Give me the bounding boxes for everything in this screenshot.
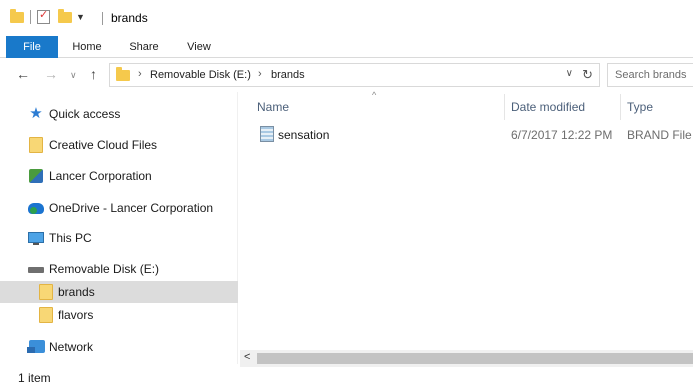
- forward-arrow-icon[interactable]: →: [44, 66, 58, 82]
- column-header-date-modified[interactable]: Date modified: [511, 100, 585, 114]
- search-input[interactable]: Search brands: [615, 69, 687, 81]
- nav-item-lancer-corporation[interactable]: Lancer Corporation: [0, 165, 238, 187]
- quick-access-toolbar: ▼: [10, 8, 85, 24]
- title-bar: ▼ brands: [0, 0, 693, 36]
- onedrive-icon: [28, 203, 44, 214]
- nav-item-creative-cloud-files[interactable]: Creative Cloud Files: [0, 134, 238, 156]
- corporation-icon: [29, 169, 43, 183]
- search-box[interactable]: Search brands: [607, 63, 693, 87]
- star-icon: ★: [29, 105, 43, 122]
- nav-item-this-pc[interactable]: This PC: [0, 227, 238, 249]
- toolbar-separator: [30, 10, 31, 24]
- network-icon: [27, 340, 45, 353]
- address-dropdown-icon[interactable]: ∨: [566, 68, 573, 79]
- column-header-name[interactable]: Name: [257, 100, 289, 114]
- file-icon: [260, 126, 274, 142]
- navigation-bar: ← → ∨ ↑ › Removable Disk (E:) › brands ∨…: [0, 62, 693, 88]
- tab-file[interactable]: File: [6, 36, 58, 58]
- table-row[interactable]: sensation 6/7/2017 12:22 PM BRAND File: [240, 124, 693, 146]
- refresh-icon[interactable]: ↻: [582, 67, 593, 83]
- scroll-left-arrow-icon[interactable]: <: [244, 351, 250, 363]
- nav-item-label: flavors: [58, 308, 94, 322]
- nav-item-quick-access[interactable]: ★ Quick access: [0, 103, 238, 125]
- folder-icon: [29, 137, 43, 153]
- nav-item-onedrive[interactable]: OneDrive - Lancer Corporation: [0, 197, 238, 219]
- nav-item-network[interactable]: Network: [0, 336, 238, 358]
- nav-item-label: brands: [58, 285, 95, 299]
- back-arrow-icon[interactable]: ←: [16, 66, 30, 82]
- window-title: brands: [111, 11, 148, 25]
- new-folder-icon[interactable]: [58, 8, 72, 23]
- address-bar[interactable]: › Removable Disk (E:) › brands ∨ ↻: [109, 63, 600, 87]
- recent-locations-chevron-icon[interactable]: ∨: [70, 70, 77, 81]
- horizontal-scrollbar[interactable]: <: [240, 350, 693, 367]
- nav-item-label: OneDrive - Lancer Corporation: [49, 201, 214, 215]
- scrollbar-thumb[interactable]: [257, 353, 693, 364]
- sort-ascending-icon: ^: [372, 90, 377, 100]
- file-name: sensation: [278, 128, 330, 142]
- navigation-pane: ★ Quick access Creative Cloud Files Lanc…: [0, 92, 238, 364]
- nav-item-brands[interactable]: brands: [0, 281, 238, 303]
- file-list: ^ Name Date modified Type sensation 6/7/…: [240, 90, 693, 350]
- folder-icon: [39, 284, 53, 300]
- title-separator: [102, 12, 103, 25]
- customize-toolbar-dropdown-icon[interactable]: ▼: [76, 12, 85, 22]
- breadcrumb-removable-disk[interactable]: Removable Disk (E:): [150, 69, 251, 81]
- breadcrumb-chevron-icon[interactable]: ›: [138, 68, 142, 80]
- column-divider[interactable]: [504, 94, 505, 120]
- properties-icon[interactable]: [37, 8, 50, 24]
- nav-item-removable-disk[interactable]: Removable Disk (E:): [0, 258, 238, 280]
- nav-item-label: Quick access: [49, 107, 121, 121]
- folder-icon: [116, 67, 130, 81]
- column-divider[interactable]: [620, 94, 621, 120]
- column-header-type[interactable]: Type: [627, 100, 653, 114]
- file-date-modified: 6/7/2017 12:22 PM: [511, 128, 613, 142]
- folder-icon: [10, 8, 24, 23]
- status-item-count: 1 item: [18, 371, 51, 385]
- computer-icon: [28, 232, 44, 245]
- tab-home[interactable]: Home: [62, 36, 112, 58]
- nav-item-label: Removable Disk (E:): [49, 262, 160, 276]
- nav-item-label: This PC: [49, 231, 92, 245]
- nav-item-flavors[interactable]: flavors: [0, 304, 238, 326]
- breadcrumb-chevron-icon[interactable]: ›: [258, 68, 262, 80]
- tab-view[interactable]: View: [176, 36, 222, 58]
- disk-icon: [28, 267, 44, 273]
- file-type: BRAND File: [627, 128, 692, 142]
- nav-item-label: Creative Cloud Files: [49, 138, 158, 152]
- nav-item-label: Network: [49, 340, 94, 354]
- breadcrumb-brands[interactable]: brands: [271, 69, 305, 81]
- folder-icon: [39, 307, 53, 323]
- up-arrow-icon[interactable]: ↑: [90, 66, 97, 82]
- nav-item-label: Lancer Corporation: [49, 169, 152, 183]
- ribbon-tabs: File Home Share View: [0, 36, 693, 58]
- tab-share[interactable]: Share: [118, 36, 170, 58]
